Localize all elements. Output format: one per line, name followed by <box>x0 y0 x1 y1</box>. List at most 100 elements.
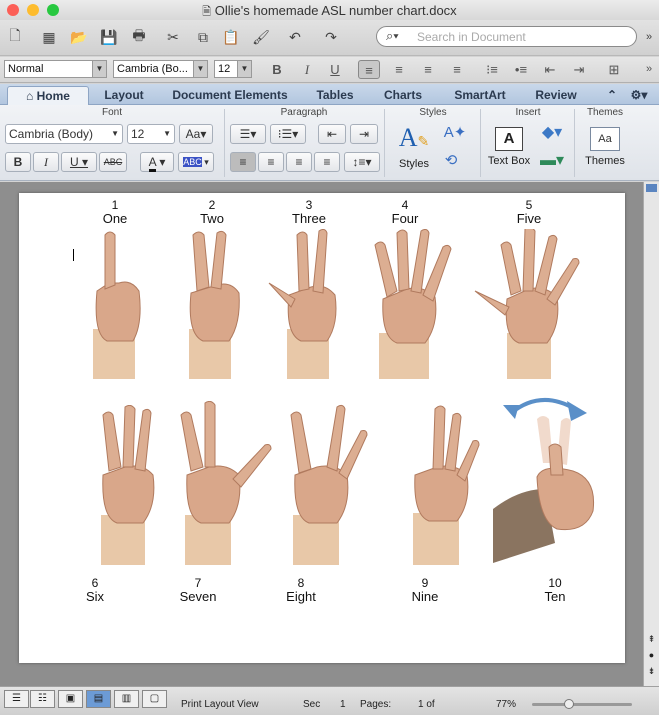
decrease-indent-icon[interactable]: ⇤ <box>539 60 561 79</box>
ribbon-underline-button[interactable]: U ▾ <box>61 152 97 172</box>
ruler-toggle-icon[interactable] <box>646 184 657 192</box>
bold-button[interactable]: B <box>266 60 288 79</box>
copy-icon[interactable]: ⧉ <box>192 26 214 48</box>
document-icon: 🗎 <box>202 6 212 18</box>
template-gallery-icon[interactable]: ▦ <box>38 26 60 48</box>
undo-icon[interactable]: ↶ <box>284 26 306 48</box>
number-label: 5 <box>525 198 533 212</box>
focus-view-icon[interactable]: ▢ <box>142 690 167 708</box>
bullets-button[interactable]: ☰▾ <box>230 124 266 144</box>
zoom-slider[interactable] <box>532 699 632 709</box>
format-painter-icon[interactable]: 🖌 <box>250 26 272 48</box>
ribbon-justify-icon[interactable]: ≡ <box>314 152 340 172</box>
zoom-slider-thumb[interactable] <box>564 699 574 709</box>
document-page[interactable]: 1 One 2 Two 3 Three 4 Four 5 Five 6 Six … <box>19 193 625 663</box>
tab-home-label: Home <box>36 89 70 103</box>
strikethrough-button[interactable]: ABC <box>99 152 127 172</box>
themes-button[interactable]: Aa Themes <box>580 123 630 177</box>
font-size-dropdown[interactable]: 12 ▼ <box>214 60 252 78</box>
publishing-view-icon[interactable]: ▣ <box>58 690 83 708</box>
home-icon: ⌂ <box>26 89 34 103</box>
ribbon-increase-indent-icon[interactable]: ⇥ <box>350 124 378 144</box>
ribbon-decrease-indent-icon[interactable]: ⇤ <box>318 124 346 144</box>
print-icon[interactable]: 🖶 <box>128 26 150 48</box>
gear-icon[interactable]: ⚙▾ <box>625 86 653 105</box>
numbering-button[interactable]: ⁝☰▾ <box>270 124 306 144</box>
paste-icon[interactable]: 📋 <box>220 26 242 48</box>
text-effects-icon[interactable]: A✦ <box>440 124 470 144</box>
status-bar: ☰ ☷ ▣ ▤ ▥ ▢ Print Layout View Sec 1 Page… <box>0 686 659 715</box>
italic-button[interactable]: I <box>296 60 318 79</box>
group-divider <box>224 109 225 177</box>
notebook-view-icon[interactable]: ▥ <box>114 690 139 708</box>
save-icon[interactable]: 💾 <box>98 26 120 48</box>
tab-review[interactable]: Review <box>524 86 588 105</box>
ribbon-panel: Font Paragraph Styles Insert Themes Camb… <box>0 105 659 181</box>
browse-object-icon[interactable]: ● <box>644 650 659 666</box>
font-color-button[interactable]: A ▾ <box>140 152 174 172</box>
align-left-icon[interactable]: ≡ <box>358 60 380 79</box>
shapes-icon[interactable]: ◆▾ <box>536 124 568 144</box>
toolbar-overflow-icon[interactable]: » <box>638 26 659 48</box>
style-dropdown[interactable]: Normal ▼ <box>4 60 107 78</box>
word-label: Eight <box>286 589 316 604</box>
align-center-icon[interactable]: ≡ <box>388 60 410 79</box>
shake-arrow-left-icon <box>503 405 519 419</box>
themes-group-label: Themes <box>586 107 624 118</box>
collapse-ribbon-icon[interactable]: ⌃ <box>602 86 622 105</box>
ribbon-font-dropdown[interactable]: Cambria (Body) ▼ <box>5 124 123 144</box>
text-direction-icon[interactable]: ⟲ <box>440 152 462 172</box>
print-layout-view-icon[interactable]: ▤ <box>86 690 111 708</box>
style-value: Normal <box>8 63 44 75</box>
ribbon-align-left-icon[interactable]: ≡ <box>230 152 256 172</box>
outline-view-icon[interactable]: ☷ <box>30 690 55 708</box>
zoom-level: 77% <box>496 699 517 710</box>
font-dropdown[interactable]: Cambria (Bo... ▼ <box>113 60 208 78</box>
title-bar: 🗎 Ollie's homemade ASL number chart.docx <box>0 0 659 20</box>
number-label: 10 <box>548 576 562 590</box>
styles-button[interactable]: A✎ Styles <box>392 123 436 177</box>
new-document-icon[interactable]: 🗋 <box>4 26 26 48</box>
group-divider <box>480 109 481 177</box>
change-case-button[interactable]: Aa▾ <box>179 124 213 144</box>
ribbon-bold-button[interactable]: B <box>5 152 31 172</box>
ribbon-size-dropdown[interactable]: 12 ▼ <box>127 124 175 144</box>
tab-document-elements[interactable]: Document Elements <box>160 86 300 105</box>
asl-hand-five-image <box>474 229 580 379</box>
underline-button[interactable]: U <box>324 60 346 79</box>
ribbon-italic-button[interactable]: I <box>33 152 59 172</box>
cut-icon[interactable]: ✂ <box>162 26 184 48</box>
draft-view-icon[interactable]: ☰ <box>4 690 29 708</box>
open-icon[interactable]: 📂 <box>68 26 90 48</box>
bulleted-list-icon[interactable]: •≡ <box>510 60 532 79</box>
themes-button-label: Themes <box>585 155 625 167</box>
toolbar-overflow-icon[interactable]: » <box>638 60 659 79</box>
text-box-button[interactable]: A Text Box <box>486 123 532 177</box>
picture-icon[interactable]: ▬▾ <box>536 152 568 172</box>
borders-icon[interactable]: ⊞ <box>603 60 625 79</box>
highlight-button[interactable]: ABC ▾ <box>178 152 214 172</box>
tab-smartart[interactable]: SmartArt <box>440 86 520 105</box>
next-page-icon[interactable]: ⇟ <box>644 666 659 682</box>
font-size-value: 12 <box>218 63 231 75</box>
tab-home[interactable]: ⌂ Home <box>7 86 89 105</box>
previous-page-icon[interactable]: ⇞ <box>644 634 659 650</box>
align-right-icon[interactable]: ≡ <box>417 60 439 79</box>
tab-tables[interactable]: Tables <box>302 86 368 105</box>
asl-hand-two-image <box>189 230 240 379</box>
justify-icon[interactable]: ≡ <box>446 60 468 79</box>
text-box-icon: A <box>495 127 523 151</box>
numbered-list-icon[interactable]: ⁝≡ <box>481 60 503 79</box>
line-spacing-button[interactable]: ↕≡▾ <box>344 152 380 172</box>
ribbon-align-center-icon[interactable]: ≡ <box>258 152 284 172</box>
insert-group-label: Insert <box>515 107 541 118</box>
redo-icon[interactable]: ↷ <box>320 26 342 48</box>
vertical-scrollbar[interactable]: ⇞ ● ⇟ <box>643 182 659 686</box>
ribbon-align-right-icon[interactable]: ≡ <box>286 152 312 172</box>
tab-layout[interactable]: Layout <box>92 86 156 105</box>
search-field[interactable]: ⌕▾ Search in Document <box>376 26 637 47</box>
number-label: 8 <box>297 576 305 590</box>
ribbon-font-value: Cambria (Body) <box>9 127 94 141</box>
tab-charts[interactable]: Charts <box>370 86 436 105</box>
increase-indent-icon[interactable]: ⇥ <box>568 60 590 79</box>
